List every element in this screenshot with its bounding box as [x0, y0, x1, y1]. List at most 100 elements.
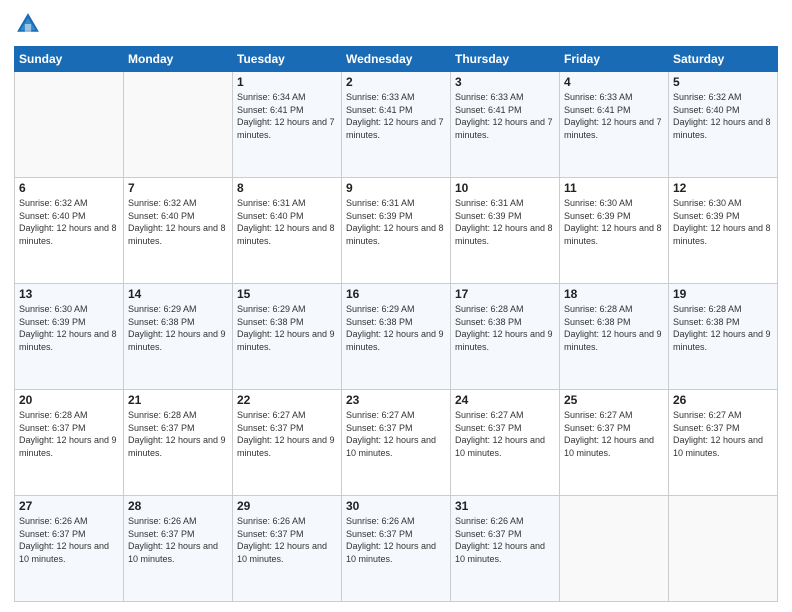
calendar-header: SundayMondayTuesdayWednesdayThursdayFrid…	[15, 47, 778, 72]
day-cell: 13 Sunrise: 6:30 AMSunset: 6:39 PMDayligh…	[15, 284, 124, 390]
day-number: 1	[237, 75, 337, 89]
week-row-5: 27 Sunrise: 6:26 AMSunset: 6:37 PMDayligh…	[15, 496, 778, 602]
calendar-table: SundayMondayTuesdayWednesdayThursdayFrid…	[14, 46, 778, 602]
day-number: 27	[19, 499, 119, 513]
day-detail: Sunrise: 6:30 AMSunset: 6:39 PMDaylight:…	[673, 197, 773, 247]
day-cell: 9 Sunrise: 6:31 AMSunset: 6:39 PMDaylight…	[342, 178, 451, 284]
day-cell: 17 Sunrise: 6:28 AMSunset: 6:38 PMDayligh…	[451, 284, 560, 390]
day-cell: 23 Sunrise: 6:27 AMSunset: 6:37 PMDayligh…	[342, 390, 451, 496]
day-cell: 16 Sunrise: 6:29 AMSunset: 6:38 PMDayligh…	[342, 284, 451, 390]
day-cell: 31Sunrise: 6:26 AMSunset: 6:37 PMDayligh…	[451, 496, 560, 602]
day-number: 15	[237, 287, 337, 301]
day-cell: 18 Sunrise: 6:28 AMSunset: 6:38 PMDayligh…	[560, 284, 669, 390]
day-number: 24	[455, 393, 555, 407]
day-detail: Sunrise: 6:29 AMSunset: 6:38 PMDaylight:…	[237, 303, 337, 353]
day-detail: Sunrise: 6:28 AMSunset: 6:37 PMDaylight:…	[128, 409, 228, 459]
day-detail: Sunrise: 6:29 AMSunset: 6:38 PMDaylight:…	[346, 303, 446, 353]
logo-icon	[14, 10, 42, 38]
day-header-saturday: Saturday	[669, 47, 778, 72]
day-number: 14	[128, 287, 228, 301]
day-cell: 11Sunrise: 6:30 AMSunset: 6:39 PMDayligh…	[560, 178, 669, 284]
day-cell: 8Sunrise: 6:31 AMSunset: 6:40 PMDaylight…	[233, 178, 342, 284]
day-detail: Sunrise: 6:27 AMSunset: 6:37 PMDaylight:…	[564, 409, 664, 459]
day-number: 17	[455, 287, 555, 301]
day-cell: 4 Sunrise: 6:33 AMSunset: 6:41 PMDaylight…	[560, 72, 669, 178]
day-detail: Sunrise: 6:26 AMSunset: 6:37 PMDaylight:…	[128, 515, 228, 565]
day-cell: 10 Sunrise: 6:31 AMSunset: 6:39 PMDayligh…	[451, 178, 560, 284]
day-detail: Sunrise: 6:28 AMSunset: 6:37 PMDaylight:…	[19, 409, 119, 459]
day-detail: Sunrise: 6:33 AMSunset: 6:41 PMDaylight:…	[564, 91, 664, 141]
day-cell	[15, 72, 124, 178]
day-cell: 21 Sunrise: 6:28 AMSunset: 6:37 PMDayligh…	[124, 390, 233, 496]
day-detail: Sunrise: 6:32 AMSunset: 6:40 PMDaylight:…	[673, 91, 773, 141]
day-number: 30	[346, 499, 446, 513]
day-number: 16	[346, 287, 446, 301]
day-detail: Sunrise: 6:31 AMSunset: 6:39 PMDaylight:…	[455, 197, 555, 247]
day-header-tuesday: Tuesday	[233, 47, 342, 72]
day-detail: Sunrise: 6:26 AMSunset: 6:37 PMDaylight:…	[237, 515, 337, 565]
day-cell	[669, 496, 778, 602]
day-cell: 26 Sunrise: 6:27 AMSunset: 6:37 PMDayligh…	[669, 390, 778, 496]
header	[14, 10, 778, 38]
day-detail: Sunrise: 6:32 AMSunset: 6:40 PMDaylight:…	[128, 197, 228, 247]
day-cell	[560, 496, 669, 602]
day-number: 19	[673, 287, 773, 301]
day-detail: Sunrise: 6:27 AMSunset: 6:37 PMDaylight:…	[673, 409, 773, 459]
day-detail: Sunrise: 6:33 AMSunset: 6:41 PMDaylight:…	[346, 91, 446, 141]
day-cell: 12 Sunrise: 6:30 AMSunset: 6:39 PMDayligh…	[669, 178, 778, 284]
page: SundayMondayTuesdayWednesdayThursdayFrid…	[0, 0, 792, 612]
day-detail: Sunrise: 6:28 AMSunset: 6:38 PMDaylight:…	[564, 303, 664, 353]
day-detail: Sunrise: 6:27 AMSunset: 6:37 PMDaylight:…	[346, 409, 446, 459]
day-detail: Sunrise: 6:33 AMSunset: 6:41 PMDaylight:…	[455, 91, 555, 141]
day-number: 20	[19, 393, 119, 407]
day-header-thursday: Thursday	[451, 47, 560, 72]
calendar-body: 1 Sunrise: 6:34 AMSunset: 6:41 PMDaylight…	[15, 72, 778, 602]
day-detail: Sunrise: 6:27 AMSunset: 6:37 PMDaylight:…	[455, 409, 555, 459]
logo	[14, 10, 46, 38]
day-number: 25	[564, 393, 664, 407]
day-cell: 22Sunrise: 6:27 AMSunset: 6:37 PMDayligh…	[233, 390, 342, 496]
day-detail: Sunrise: 6:34 AMSunset: 6:41 PMDaylight:…	[237, 91, 337, 141]
day-cell: 29 Sunrise: 6:26 AMSunset: 6:37 PMDayligh…	[233, 496, 342, 602]
day-number: 10	[455, 181, 555, 195]
day-number: 13	[19, 287, 119, 301]
day-cell: 20 Sunrise: 6:28 AMSunset: 6:37 PMDayligh…	[15, 390, 124, 496]
day-detail: Sunrise: 6:31 AMSunset: 6:39 PMDaylight:…	[346, 197, 446, 247]
day-detail: Sunrise: 6:29 AMSunset: 6:38 PMDaylight:…	[128, 303, 228, 353]
day-detail: Sunrise: 6:30 AMSunset: 6:39 PMDaylight:…	[19, 303, 119, 353]
day-detail: Sunrise: 6:27 AMSunset: 6:37 PMDaylight:…	[237, 409, 337, 459]
day-number: 21	[128, 393, 228, 407]
day-cell: 7 Sunrise: 6:32 AMSunset: 6:40 PMDaylight…	[124, 178, 233, 284]
day-detail: Sunrise: 6:26 AMSunset: 6:37 PMDaylight:…	[346, 515, 446, 565]
week-row-1: 1 Sunrise: 6:34 AMSunset: 6:41 PMDaylight…	[15, 72, 778, 178]
day-cell: 25 Sunrise: 6:27 AMSunset: 6:37 PMDayligh…	[560, 390, 669, 496]
day-cell: 28 Sunrise: 6:26 AMSunset: 6:37 PMDayligh…	[124, 496, 233, 602]
day-detail: Sunrise: 6:28 AMSunset: 6:38 PMDaylight:…	[455, 303, 555, 353]
day-detail: Sunrise: 6:32 AMSunset: 6:40 PMDaylight:…	[19, 197, 119, 247]
day-cell: 19 Sunrise: 6:28 AMSunset: 6:38 PMDayligh…	[669, 284, 778, 390]
day-number: 18	[564, 287, 664, 301]
week-row-4: 20 Sunrise: 6:28 AMSunset: 6:37 PMDayligh…	[15, 390, 778, 496]
header-row: SundayMondayTuesdayWednesdayThursdayFrid…	[15, 47, 778, 72]
day-cell: 2Sunrise: 6:33 AMSunset: 6:41 PMDaylight…	[342, 72, 451, 178]
day-detail: Sunrise: 6:28 AMSunset: 6:38 PMDaylight:…	[673, 303, 773, 353]
day-number: 9	[346, 181, 446, 195]
day-number: 5	[673, 75, 773, 89]
day-number: 6	[19, 181, 119, 195]
day-cell: 1 Sunrise: 6:34 AMSunset: 6:41 PMDaylight…	[233, 72, 342, 178]
day-cell: 14 Sunrise: 6:29 AMSunset: 6:38 PMDayligh…	[124, 284, 233, 390]
day-number: 7	[128, 181, 228, 195]
day-cell: 15 Sunrise: 6:29 AMSunset: 6:38 PMDayligh…	[233, 284, 342, 390]
day-cell: 3 Sunrise: 6:33 AMSunset: 6:41 PMDaylight…	[451, 72, 560, 178]
day-number: 4	[564, 75, 664, 89]
day-number: 26	[673, 393, 773, 407]
day-detail: Sunrise: 6:26 AMSunset: 6:37 PMDaylight:…	[455, 515, 555, 565]
day-number: 11	[564, 181, 664, 195]
day-number: 23	[346, 393, 446, 407]
day-header-friday: Friday	[560, 47, 669, 72]
day-number: 3	[455, 75, 555, 89]
day-number: 28	[128, 499, 228, 513]
day-number: 29	[237, 499, 337, 513]
day-cell: 30 Sunrise: 6:26 AMSunset: 6:37 PMDayligh…	[342, 496, 451, 602]
day-number: 12	[673, 181, 773, 195]
